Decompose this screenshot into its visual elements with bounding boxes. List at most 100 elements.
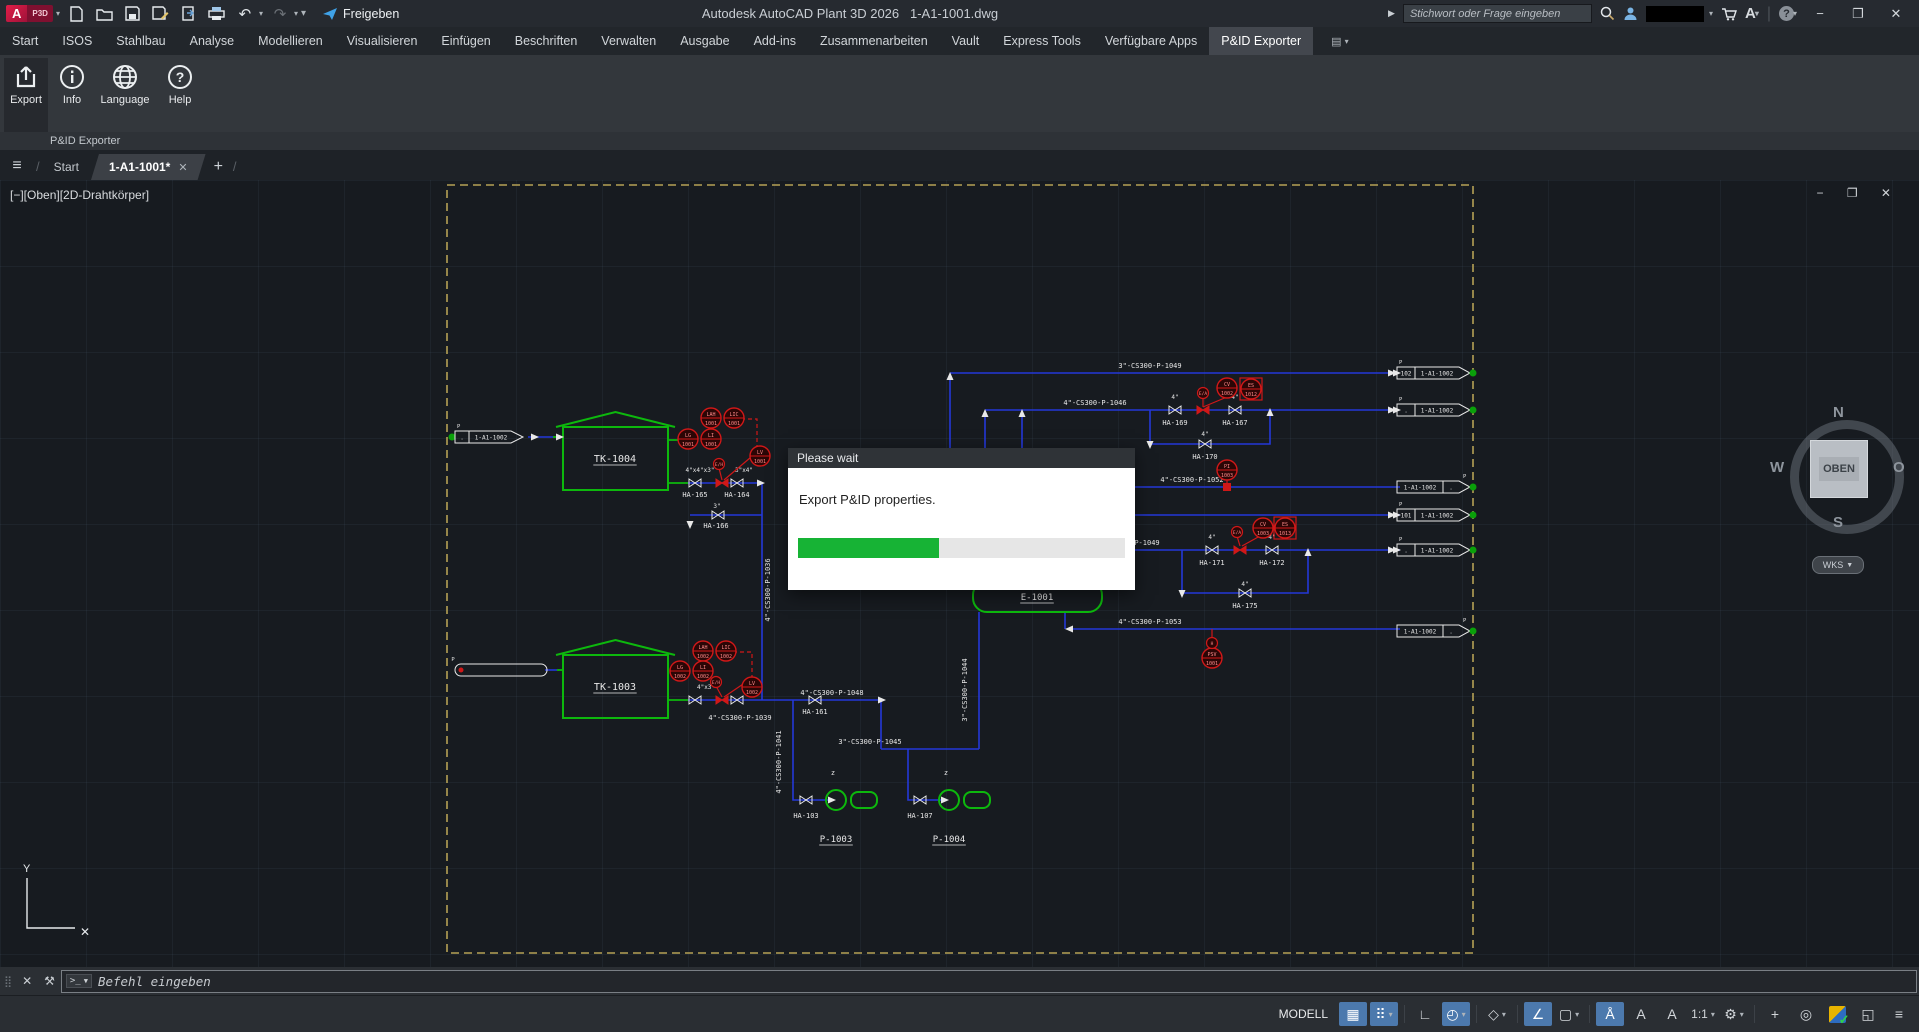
progress-bar [798,538,1125,558]
avatar-icon[interactable] [1623,6,1638,21]
ribbon-tab-express-tools[interactable]: Express Tools [991,27,1093,55]
qat-customize-icon[interactable]: ▾ [301,8,306,19]
pipe [1150,410,1270,444]
pid-text: z [831,769,835,777]
new-file-icon[interactable] [66,4,88,24]
viewcube-west[interactable]: W [1770,459,1784,476]
flow-arrow [757,480,765,487]
autodesk-account-icon[interactable]: A ▾ [1745,5,1759,22]
viewcube-east[interactable]: O [1893,459,1905,476]
equipment-label-TK-1004: TK-1004 [594,454,636,465]
ribbon-tab-beschriften[interactable]: Beschriften [503,27,590,55]
svg-text:102: 102 [1401,371,1412,378]
help-ribbon-button[interactable]: ? Help [158,58,202,135]
annotation-scale-icon[interactable]: A [1658,1002,1686,1026]
ribbon-tab-ausgabe[interactable]: Ausgabe [668,27,741,55]
infocenter-collapse-icon[interactable]: ▶ [1388,8,1395,19]
ribbon-collapse-icon[interactable]: ▤ ▾ [1331,27,1348,55]
export-file-icon[interactable] [178,4,200,24]
crosshair-icon[interactable]: + [1761,1002,1789,1026]
ribbon-tab-start[interactable]: Start [0,27,50,55]
offpage-connector: .1-A1-1002P [449,424,540,443]
autoscale-icon[interactable]: A [1627,1002,1655,1026]
offpage-connector: 1-A1-1002.P [1397,618,1477,637]
isometric-drafting-icon[interactable]: ◇▾ [1483,1002,1511,1026]
annotation-visibility-icon[interactable]: Å [1596,1002,1624,1026]
search-placeholder: Stichwort oder Frage eingeben [1410,8,1560,20]
ribbon-tab-p-id-exporter[interactable]: P&ID Exporter [1209,27,1313,55]
ribbon-tab-analyse[interactable]: Analyse [178,27,246,55]
snap-icon[interactable]: ⠿▾ [1370,1002,1398,1026]
viewcube[interactable]: N W O S OBEN [1780,410,1896,526]
file-tab-start[interactable]: Start [42,154,91,180]
scale-value[interactable]: 1:1▾ [1689,1002,1717,1026]
info-button[interactable]: Info [50,58,94,135]
command-close-icon[interactable]: ✕ [22,974,32,988]
pid-text: 1001 [705,442,717,448]
new-tab-button[interactable]: + [214,154,223,180]
isolate-objects-icon[interactable]: ◎ [1792,1002,1820,1026]
svg-text:.: . [1404,408,1408,415]
title-bar: Autodesk AutoCAD Plant 3D 2026 1-A1-1001… [0,0,1919,27]
command-wrench-icon[interactable]: ⚒ [44,974,55,988]
search-input[interactable]: Stichwort oder Frage eingeben [1403,4,1592,23]
save-icon[interactable] [122,4,144,24]
minimize-button[interactable]: − [1805,6,1835,21]
control-valve-icon [1197,406,1209,414]
customization-menu-icon[interactable]: ≡ [1885,1002,1913,1026]
plot-icon[interactable] [206,4,228,24]
app-logo-caret-icon[interactable]: ▾ [56,9,60,18]
language-button[interactable]: Language [96,58,154,135]
ribbon-tab-modellieren[interactable]: Modellieren [246,27,335,55]
open-folder-icon[interactable] [94,4,116,24]
command-grip-icon[interactable]: ⣿ [4,975,12,988]
viewcube-north[interactable]: N [1833,404,1844,421]
workspace-gear-icon[interactable]: ⚙▾ [1720,1002,1748,1026]
ribbon-tab-isos[interactable]: ISOS [50,27,104,55]
ribbon-tab-add-ins[interactable]: Add-ins [742,27,808,55]
flow-arrow [687,521,694,529]
object-snap-icon[interactable]: ▢▾ [1555,1002,1583,1026]
svg-text:.: . [1449,629,1453,636]
help-icon[interactable]: ? ▾ [1779,6,1797,21]
ortho-icon[interactable]: ∟ [1411,1002,1439,1026]
app-logo[interactable]: A P3D [6,4,53,24]
export-button[interactable]: Export [4,58,48,135]
svg-text:1-A1-1002: 1-A1-1002 [1421,548,1454,555]
object-snap-tracking-icon[interactable]: ∠ [1524,1002,1552,1026]
ribbon-tab-vault[interactable]: Vault [940,27,992,55]
undo-caret-icon[interactable]: ▾ [259,9,263,18]
grid-icon[interactable]: ▦ [1339,1002,1367,1026]
search-icon[interactable] [1600,6,1615,21]
command-prompt-icon[interactable]: >_▼ [66,974,92,988]
command-input[interactable]: >_▼ Befehl eingeben [61,970,1917,993]
pid-text: HA-161 [802,708,827,716]
graphics-performance-icon[interactable]: ✓ [1823,1002,1851,1026]
ribbon-tab-verf-gbare-apps[interactable]: Verfügbare Apps [1093,27,1209,55]
user-caret-icon[interactable]: ▾ [1709,9,1713,18]
file-tab-drawing[interactable]: 1-A1-1001* ✕ [91,154,206,180]
viewcube-south[interactable]: S [1833,514,1843,531]
ribbon-tab-verwalten[interactable]: Verwalten [589,27,668,55]
tab-close-icon[interactable]: ✕ [178,161,187,174]
ribbon-tab-einf-gen[interactable]: Einfügen [429,27,502,55]
restore-button[interactable]: ❐ [1843,6,1873,22]
file-tab-menu-icon[interactable]: ≡ [0,152,34,180]
share-button[interactable]: Freigeben [322,7,399,21]
app-store-cart-icon[interactable] [1721,7,1737,21]
wks-dropdown[interactable]: WKS▼ [1812,556,1864,574]
redo-caret-icon[interactable]: ▾ [294,9,298,18]
viewcube-face-top[interactable]: OBEN [1810,440,1868,498]
pid-text: 4"-CS300-P-1036 [764,558,772,621]
redo-icon[interactable]: ↷ [269,4,291,24]
close-button[interactable]: ✕ [1881,6,1911,22]
ribbon-tab-zusammenarbeiten[interactable]: Zusammenarbeiten [808,27,940,55]
ribbon-tab-stahlbau[interactable]: Stahlbau [104,27,177,55]
quick-access-toolbar: A P3D ▾ ↶ ▾ ↷ ▾ ▾ Freigeben [6,2,399,25]
polar-tracking-icon[interactable]: ◴▾ [1442,1002,1470,1026]
fullscreen-icon[interactable]: ◱ [1854,1002,1882,1026]
undo-icon[interactable]: ↶ [234,4,256,24]
save-as-icon[interactable] [150,4,172,24]
ribbon-tab-visualisieren[interactable]: Visualisieren [335,27,430,55]
model-space-label[interactable]: MODELL [1279,1007,1328,1021]
